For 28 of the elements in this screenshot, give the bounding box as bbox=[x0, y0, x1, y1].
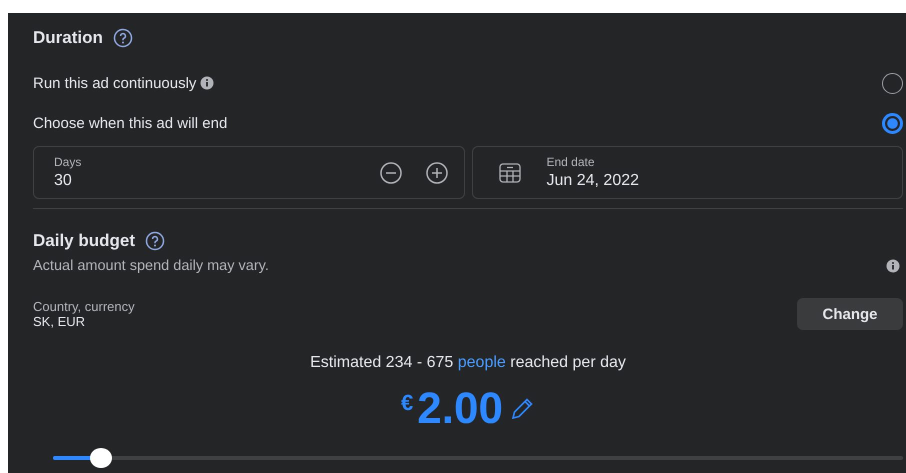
budget-amount: 2.00 bbox=[417, 384, 503, 434]
option-label: Choose when this ad will end bbox=[33, 114, 228, 132]
info-icon[interactable] bbox=[886, 259, 900, 273]
country-label: Country, currency bbox=[33, 299, 135, 314]
people-link[interactable]: people bbox=[458, 354, 506, 371]
field-label: End date bbox=[546, 155, 596, 169]
section-title: Daily budget bbox=[33, 231, 136, 251]
calendar-icon bbox=[498, 162, 520, 182]
field-label: Days bbox=[54, 155, 82, 169]
field-value: 30 bbox=[54, 172, 73, 190]
date-field[interactable]: End date Jun 24, 2022 bbox=[472, 146, 903, 199]
days-field[interactable]: Days 30 bbox=[33, 146, 464, 199]
radio-button[interactable] bbox=[882, 112, 903, 134]
plus-icon[interactable] bbox=[426, 162, 448, 184]
field-value: Jun 24, 2022 bbox=[546, 172, 640, 190]
change-button[interactable]: Change bbox=[797, 298, 903, 330]
help-icon[interactable] bbox=[112, 28, 133, 48]
minus-icon[interactable] bbox=[380, 162, 402, 184]
reach-estimate: Estimated 234 - 675 people reached per day bbox=[309, 353, 627, 373]
option-label: Run this ad continuously bbox=[33, 74, 196, 92]
section-title: Duration bbox=[33, 28, 103, 48]
country-value: SK, EUR bbox=[33, 314, 86, 329]
budget-note: Actual amount spend daily may vary. bbox=[33, 258, 269, 274]
slider-thumb[interactable] bbox=[90, 448, 112, 468]
help-icon[interactable] bbox=[145, 231, 166, 251]
currency-symbol: € bbox=[401, 390, 414, 416]
info-icon[interactable] bbox=[200, 76, 214, 90]
radio-button[interactable] bbox=[882, 72, 903, 94]
